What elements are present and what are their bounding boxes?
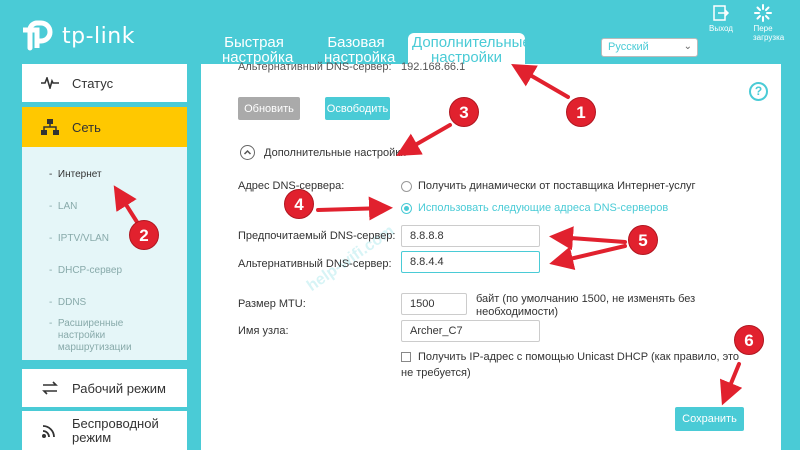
annotation-marker-6: 6: [734, 325, 764, 355]
arrow-1: [511, 63, 570, 99]
arrow-2: [113, 185, 139, 224]
arrow-4: [316, 196, 393, 221]
arrow-3: [396, 123, 452, 156]
annotation-marker-3: 3: [449, 97, 479, 127]
arrow-5b: [549, 244, 627, 271]
annotation-marker-1: 1: [566, 97, 596, 127]
annotation-marker-5: 5: [628, 225, 658, 255]
arrow-5a: [549, 226, 627, 251]
arrow-6: [719, 362, 743, 406]
annotation-arrows: [113, 63, 743, 406]
annotation-marker-4: 4: [284, 189, 314, 219]
annotation-marker-2: 2: [129, 220, 159, 250]
